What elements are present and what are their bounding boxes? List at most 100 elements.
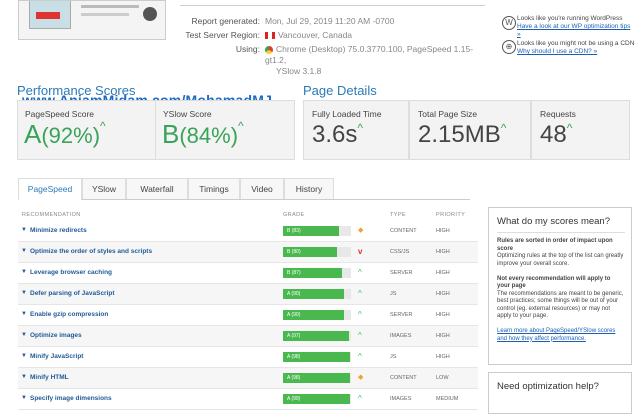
recommendation-priority: HIGH	[436, 312, 450, 318]
recommendation-type: SERVER	[390, 270, 413, 276]
table-row[interactable]: ▼ Leverage browser caching B (87) ^ SERVER HI…	[18, 263, 478, 284]
grade-text: A (97)	[287, 333, 301, 339]
table-row[interactable]: ▼ Minimize redirects B (83) ◆ CONTENT HIGH	[18, 221, 478, 242]
table-row[interactable]: ▼ Minify JavaScript A (98) ^ JS HIGH	[18, 347, 478, 368]
grade-text: A (99)	[287, 396, 301, 402]
trend-up-icon: ^	[358, 331, 362, 340]
yslow-score: B(84%)^	[162, 119, 244, 150]
pagespeed-percent: (92%)	[41, 123, 101, 148]
grade-bar: A (98)	[283, 352, 351, 362]
requests-card: Requests 48^	[531, 100, 630, 160]
up-arrow-icon: ^	[238, 119, 244, 133]
recommendation-type: IMAGES	[390, 396, 412, 402]
recommendation-name[interactable]: Minimize redirects	[30, 227, 87, 234]
recommendation-type: CONTENT	[390, 375, 417, 381]
tab-waterfall[interactable]: Waterfall	[126, 178, 188, 199]
scores-help-para-1: Optimizing rules at the top of the list …	[497, 253, 624, 267]
cdn-link[interactable]: Why should I use a CDN? »	[517, 48, 597, 55]
up-arrow-icon: ^	[566, 121, 573, 135]
load-time-card: Fully Loaded Time 3.6s^	[303, 100, 409, 160]
recommendation-name[interactable]: Leverage browser caching	[30, 269, 112, 276]
tab-yslow[interactable]: YSlow	[82, 178, 126, 199]
load-time-value: 3.6s	[312, 121, 358, 148]
expand-caret-icon[interactable]: ▼	[21, 332, 27, 338]
expand-caret-icon[interactable]: ▼	[21, 311, 27, 317]
table-row[interactable]: ▼ Optimize images A (97) ^ IMAGES HIGH	[18, 326, 478, 347]
pagespeed-grade: A	[24, 119, 42, 149]
optimization-help-title: Need optimization help?	[497, 381, 599, 392]
yslow-grade: B	[162, 119, 180, 149]
yslow-score-card: YSlow Score B(84%)^	[155, 100, 295, 160]
trend-up-icon: ^	[358, 268, 362, 277]
expand-caret-icon[interactable]: ▼	[21, 353, 27, 359]
page-details-title: Page Details	[303, 83, 377, 98]
expand-caret-icon[interactable]: ▼	[21, 227, 27, 233]
using-label: Using:	[235, 44, 260, 54]
table-row[interactable]: ▼ Optimize the order of styles and script…	[18, 242, 478, 263]
up-arrow-icon: ^	[100, 119, 106, 133]
grade-text: B (80)	[287, 249, 301, 255]
scores-help-title: What do my scores mean?	[497, 216, 610, 227]
globe-icon: ⊕	[502, 40, 516, 54]
recommendation-name[interactable]: Minify JavaScript	[30, 353, 83, 360]
recommendation-name[interactable]: Optimize images	[30, 332, 82, 339]
up-arrow-icon: ^	[357, 121, 364, 135]
trend-up-icon: ^	[358, 310, 362, 319]
page-size-value-wrap: 2.15MB^	[418, 121, 506, 149]
tab-timings[interactable]: Timings	[188, 178, 240, 199]
grade-header: GRADE	[283, 212, 305, 218]
recommendation-name[interactable]: Defer parsing of JavaScript	[30, 290, 115, 297]
requests-value: 48	[540, 121, 567, 148]
grade-text: A (98)	[287, 375, 301, 381]
requests-value-wrap: 48^	[540, 121, 572, 149]
load-time-label: Fully Loaded Time	[312, 109, 382, 119]
table-row[interactable]: ▼ Defer parsing of JavaScript A (90) ^ JS HIG…	[18, 284, 478, 305]
recommendation-name[interactable]: Optimize the order of styles and scripts	[30, 248, 152, 255]
canada-flag-icon	[265, 32, 275, 40]
grade-bar: A (97)	[283, 331, 351, 341]
recommendation-name[interactable]: Enable gzip compression	[30, 311, 108, 318]
load-time-value-wrap: 3.6s^	[312, 121, 363, 149]
page-size-value: 2.15MB	[418, 121, 501, 148]
priority-header: PRIORITY	[436, 212, 466, 218]
trend-down-icon: v	[358, 247, 363, 256]
table-row[interactable]: ▼ Minify HTML A (98) ◆ CONTENT LOW	[18, 368, 478, 389]
table-row[interactable]: ▼ Enable gzip compression A (90) ^ SERVER HIG…	[18, 305, 478, 326]
expand-caret-icon[interactable]: ▼	[21, 374, 27, 380]
grade-text: A (98)	[287, 354, 301, 360]
report-tabs: PageSpeed YSlow Waterfall Timings Video …	[18, 178, 470, 200]
report-generated-value: Mon, Jul 29, 2019 11:20 AM -0700	[265, 16, 395, 26]
recommendation-priority: HIGH	[436, 291, 450, 297]
using-value-line2: YSlow 3.1.8	[276, 66, 322, 76]
expand-caret-icon[interactable]: ▼	[21, 269, 27, 275]
expand-caret-icon[interactable]: ▼	[21, 248, 27, 254]
scores-help-para-2: The recommendations are meant to be gene…	[497, 290, 624, 320]
recommendation-name[interactable]: Minify HTML	[30, 374, 69, 381]
tab-history[interactable]: History	[284, 178, 334, 199]
divider	[180, 5, 485, 6]
recommendation-type: CONTENT	[390, 228, 417, 234]
divider	[497, 232, 625, 233]
using-value-line1: Chrome (Desktop) 75.0.3770.100, PageSpee…	[265, 44, 474, 65]
yslow-percent: (84%)	[179, 123, 239, 148]
optimization-help-panel: Need optimization help?	[488, 372, 632, 414]
requests-label: Requests	[540, 109, 576, 119]
recommendation-type: SERVER	[390, 312, 413, 318]
grade-text: B (87)	[287, 270, 301, 276]
recommendation-name[interactable]: Specify image dimensions	[30, 395, 112, 402]
recommendation-priority: HIGH	[436, 249, 450, 255]
wp-tips-link[interactable]: Have a look at our WP optimization tips …	[517, 23, 630, 38]
type-header: TYPE	[390, 212, 406, 218]
tab-pagespeed[interactable]: PageSpeed	[18, 178, 82, 200]
recommendation-priority: HIGH	[436, 270, 450, 276]
expand-caret-icon[interactable]: ▼	[21, 290, 27, 296]
trend-up-icon: ^	[358, 289, 362, 298]
grade-bar: B (87)	[283, 268, 351, 278]
recommendation-priority: LOW	[436, 375, 449, 381]
site-thumbnail	[18, 0, 166, 40]
tab-video[interactable]: Video	[240, 178, 284, 199]
expand-caret-icon[interactable]: ▼	[21, 395, 27, 401]
trend-up-icon: ^	[358, 352, 362, 361]
learn-more-link[interactable]: Learn more about PageSpeed/YSlow scores …	[497, 328, 615, 342]
wordpress-icon: W	[502, 16, 516, 30]
